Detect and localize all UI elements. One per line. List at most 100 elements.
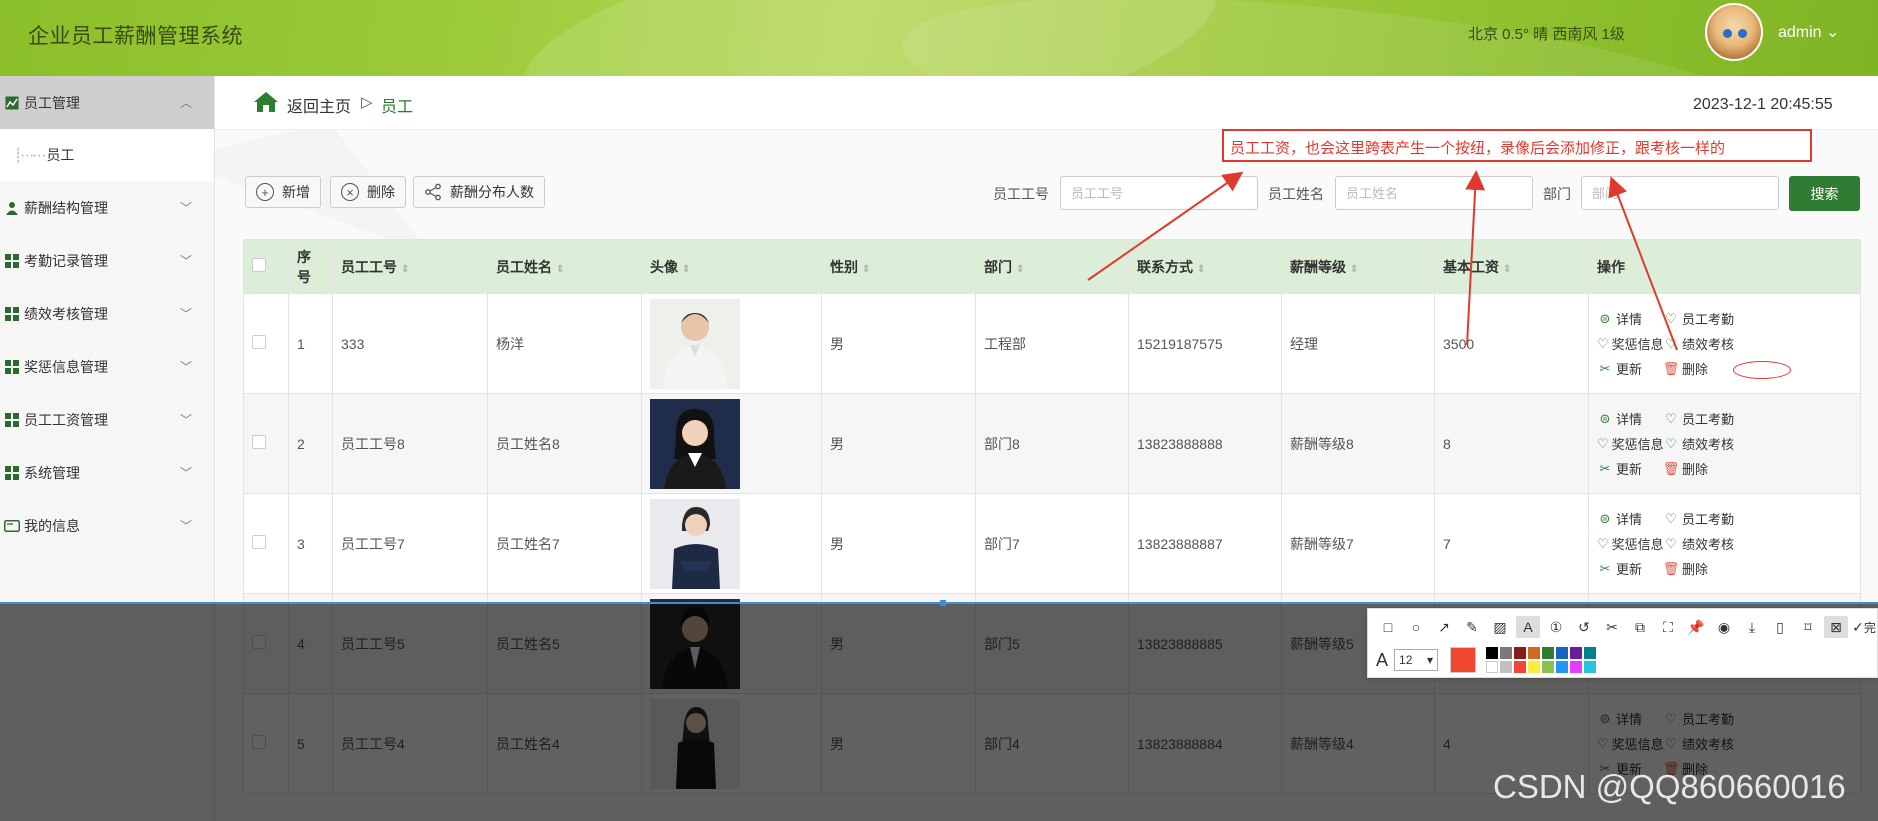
detail-action[interactable]: ⊜详情	[1597, 409, 1663, 428]
update-action[interactable]: ✂更新	[1597, 459, 1663, 478]
update-action[interactable]: ✂更新	[1597, 559, 1663, 578]
sort-icon: ⇕	[862, 263, 871, 275]
row-select-cell[interactable]	[243, 293, 289, 394]
home-icon[interactable]	[253, 91, 279, 113]
col-header[interactable]: 性别 ⇕	[821, 239, 976, 294]
selection-handle[interactable]	[940, 600, 946, 606]
col-header[interactable]: 员工工号 ⇕	[332, 239, 488, 294]
col-header[interactable]: 薪酬等级 ⇕	[1281, 239, 1435, 294]
share-icon	[425, 183, 441, 201]
scan-icon[interactable]: ⛶	[1656, 616, 1680, 638]
text-tool-icon[interactable]: A	[1516, 616, 1540, 638]
col-header[interactable]: 部门 ⇕	[975, 239, 1129, 294]
reward-action[interactable]: ♡奖惩信息	[1597, 434, 1664, 453]
col-header[interactable]: 头像 ⇕	[641, 239, 822, 294]
sidebar-item-wages[interactable]: 员工工资管理 ﹀	[0, 393, 214, 446]
chart-line-icon	[4, 95, 20, 111]
selection-border[interactable]	[0, 602, 1878, 604]
detail-icon: ⊜	[1599, 510, 1611, 526]
cell-grade: 薪酬等级7	[1281, 493, 1435, 594]
detail-action[interactable]: ⊜详情	[1597, 309, 1663, 328]
sort-icon: ⇕	[1016, 263, 1025, 275]
current-color-swatch[interactable]	[1450, 647, 1477, 673]
chevron-down-icon: ﹀	[179, 519, 192, 533]
delete-action[interactable]: 🗑删除	[1663, 559, 1773, 578]
cell-actions: ⊜详情 ♡员工考勤 ♡奖惩信息 ♡绩效考核 ✂更新 🗑删除	[1588, 293, 1861, 394]
performance-action[interactable]: ♡绩效考核	[1663, 334, 1773, 353]
back-home-link[interactable]: 返回主页	[287, 93, 351, 117]
attendance-action[interactable]: ♡员工考勤	[1663, 509, 1773, 528]
done-button[interactable]: ✓ 完	[1852, 616, 1876, 638]
select-all-cell[interactable]	[243, 239, 289, 294]
bookmark-icon[interactable]: ⌑	[1796, 616, 1820, 638]
user-menu[interactable]: admin ⌄	[1778, 22, 1839, 42]
font-icon: A	[1376, 649, 1389, 670]
delete-action[interactable]: 🗑删除	[1663, 459, 1773, 478]
salary-distribution-button[interactable]: 薪酬分布人数	[413, 176, 545, 208]
sidebar-item-my-info[interactable]: 我的信息 ﹀	[0, 499, 214, 552]
cell-actions: ⊜详情 ♡员工考勤 ♡奖惩信息 ♡绩效考核 ✂更新 🗑删除	[1588, 493, 1861, 594]
download-icon[interactable]: ⤓	[1740, 616, 1764, 638]
undo-icon[interactable]: ↺	[1572, 616, 1596, 638]
breadcrumb-separator: ▷	[361, 94, 373, 111]
table-header-row: 序号 员工工号 ⇕ 员工姓名 ⇕ 头像 ⇕ 性别 ⇕ 部门 ⇕ 联系方式 ⇕ 薪酬等级 ⇕ 基…	[243, 239, 1861, 294]
ellipse-icon[interactable]: ○	[1404, 616, 1428, 638]
arrow-icon[interactable]: ↗	[1432, 616, 1456, 638]
performance-action[interactable]: ♡绩效考核	[1663, 534, 1773, 553]
avatar-photo[interactable]	[650, 498, 813, 589]
update-action[interactable]: ✂更新	[1597, 359, 1663, 378]
cell-no: 1	[288, 293, 333, 394]
sidebar-item-attendance[interactable]: 考勤记录管理 ﹀	[0, 234, 214, 287]
phone-icon[interactable]: ▯	[1768, 616, 1792, 638]
number-icon[interactable]: ①	[1544, 616, 1568, 638]
avatar-photo[interactable]	[650, 398, 813, 489]
delete-button[interactable]: × 删除	[330, 176, 406, 208]
scissors-icon[interactable]: ✂	[1600, 616, 1624, 638]
row-checkbox[interactable]	[252, 535, 266, 549]
pin-icon[interactable]: 📌	[1684, 616, 1708, 638]
sidebar-item-salary-structure[interactable]: 薪酬结构管理 ﹀	[0, 181, 214, 234]
chevron-down-icon: ﹀	[179, 360, 192, 374]
attendance-action[interactable]: ♡员工考勤	[1663, 409, 1773, 428]
current-datetime: 2023-12-1 20:45:55	[1693, 96, 1833, 113]
col-header[interactable]: 员工姓名 ⇕	[487, 239, 642, 294]
emp-name-input[interactable]	[1335, 176, 1533, 210]
col-header[interactable]: 联系方式 ⇕	[1128, 239, 1282, 294]
record-icon[interactable]: ◉	[1712, 616, 1736, 638]
trash-icon: 🗑	[1662, 460, 1680, 476]
rectangle-icon[interactable]: □	[1376, 616, 1400, 638]
reward-action[interactable]: ♡奖惩信息	[1597, 334, 1664, 353]
add-button[interactable]: + 新增	[245, 176, 321, 208]
chevron-down-icon: ﹀	[179, 201, 192, 215]
mosaic-icon[interactable]: ▨	[1488, 616, 1512, 638]
sidebar-item-performance[interactable]: 绩效考核管理 ﹀	[0, 287, 214, 340]
row-checkbox[interactable]	[252, 335, 266, 349]
performance-action[interactable]: ♡绩效考核	[1663, 434, 1773, 453]
pencil-icon[interactable]: ✎	[1460, 616, 1484, 638]
ocr-icon[interactable]: ⧉	[1628, 616, 1652, 638]
dept-input[interactable]	[1581, 176, 1779, 210]
detail-action[interactable]: ⊜详情	[1597, 509, 1663, 528]
emp-no-input[interactable]	[1060, 176, 1258, 210]
attendance-action[interactable]: ♡员工考勤	[1663, 309, 1773, 328]
reward-action[interactable]: ♡奖惩信息	[1597, 534, 1664, 553]
col-header[interactable]: 基本工资 ⇕	[1434, 239, 1589, 294]
select-all-checkbox[interactable]	[252, 258, 266, 272]
avatar-eye	[1738, 29, 1747, 38]
search-button[interactable]: 搜索	[1789, 176, 1860, 211]
avatar[interactable]	[1705, 3, 1763, 61]
exit-icon[interactable]: ⊠	[1824, 616, 1848, 638]
sidebar-subitem-employee[interactable]: ┊⋯⋯ 员工	[0, 129, 214, 181]
sidebar-item-employee[interactable]: 员工管理 ︿	[0, 76, 214, 129]
cell-dept: 部门7	[975, 493, 1129, 594]
row-select-cell[interactable]	[243, 393, 289, 494]
color-palette[interactable]	[1486, 647, 1597, 673]
sidebar-item-rewards[interactable]: 奖惩信息管理 ﹀	[0, 340, 214, 393]
tree-line: ┊⋯⋯	[14, 146, 46, 163]
row-select-cell[interactable]	[243, 493, 289, 594]
avatar-photo[interactable]	[650, 298, 813, 389]
sidebar-item-system[interactable]: 系统管理 ﹀	[0, 446, 214, 499]
font-size-select[interactable]: 12 ▾	[1394, 649, 1439, 671]
sidebar-item-label: 绩效考核管理	[24, 305, 108, 322]
row-checkbox[interactable]	[252, 435, 266, 449]
